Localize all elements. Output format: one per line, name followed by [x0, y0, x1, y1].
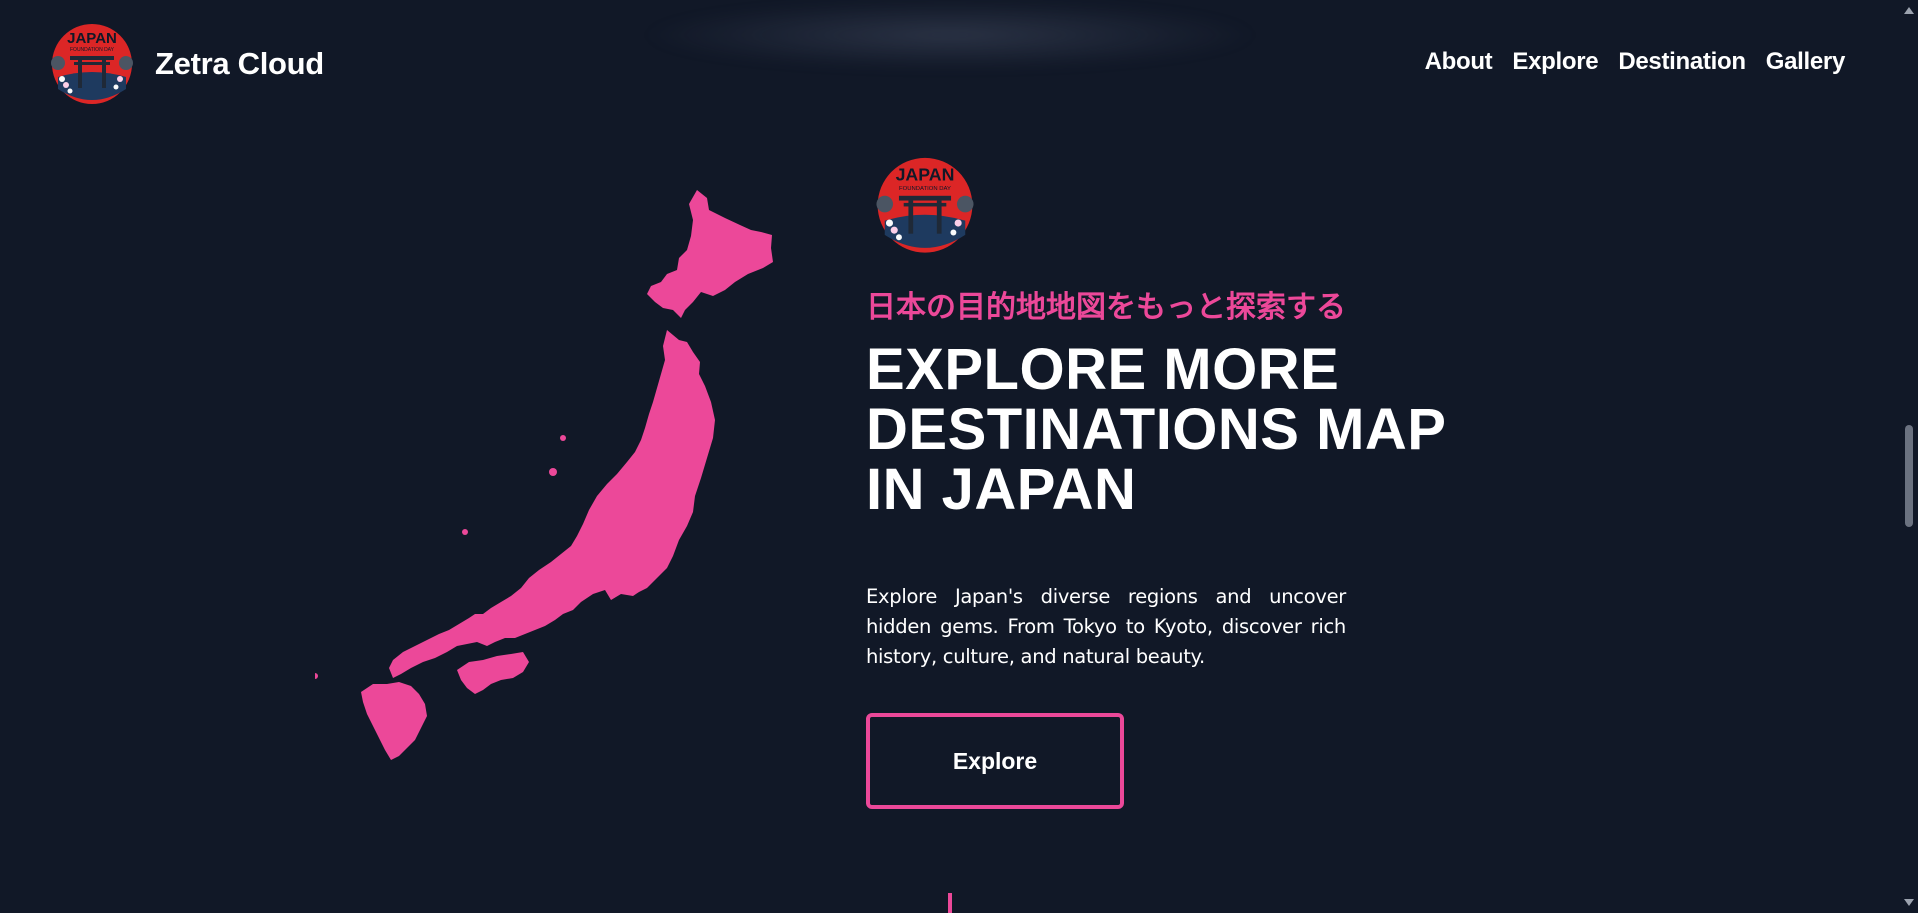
svg-text:JAPAN: JAPAN [896, 164, 955, 184]
hero-description: Explore Japan's diverse regions and unco… [866, 585, 1346, 668]
hero-title-line-3: IN JAPAN [866, 457, 1137, 522]
svg-text:FOUNDATION DAY: FOUNDATION DAY [899, 186, 951, 192]
nav-destination-link[interactable]: Destination [1618, 48, 1746, 76]
site-header: JAPAN FOUNDATION DAY Zetra Cloud About E… [0, 0, 1900, 125]
explore-button[interactable]: Explore [866, 713, 1124, 809]
nav-gallery-link[interactable]: Gallery [1766, 48, 1846, 76]
hero-title-line-1: EXPLORE MORE [866, 337, 1340, 402]
scroll-thumb[interactable] [1905, 425, 1913, 527]
page-scrollbar[interactable] [1900, 0, 1918, 913]
japan-map-icon [312, 190, 805, 786]
brand-name[interactable]: Zetra Cloud [155, 46, 324, 82]
scroll-up-arrow-icon[interactable] [1904, 7, 1914, 14]
japan-torii-logo-icon[interactable]: JAPAN FOUNDATION DAY [44, 19, 140, 106]
nav-about-link[interactable]: About [1425, 48, 1493, 76]
nav-explore-link[interactable]: Explore [1512, 48, 1598, 76]
hero-title: EXPLORE MORE DESTINATIONS MAP IN JAPAN [866, 340, 1486, 520]
scroll-indicator [948, 893, 952, 913]
hero-japan-logo-icon: JAPAN FOUNDATION DAY [868, 152, 982, 255]
hero-title-line-2: DESTINATIONS MAP [866, 397, 1447, 462]
hero-subtitle-jp: 日本の目的地地図をもっと探索する [866, 291, 1346, 324]
svg-text:JAPAN: JAPAN [67, 30, 117, 47]
scroll-down-arrow-icon[interactable] [1904, 899, 1914, 906]
svg-text:FOUNDATION DAY: FOUNDATION DAY [70, 47, 115, 53]
main-nav: About Explore Destination Gallery [1425, 48, 1846, 76]
